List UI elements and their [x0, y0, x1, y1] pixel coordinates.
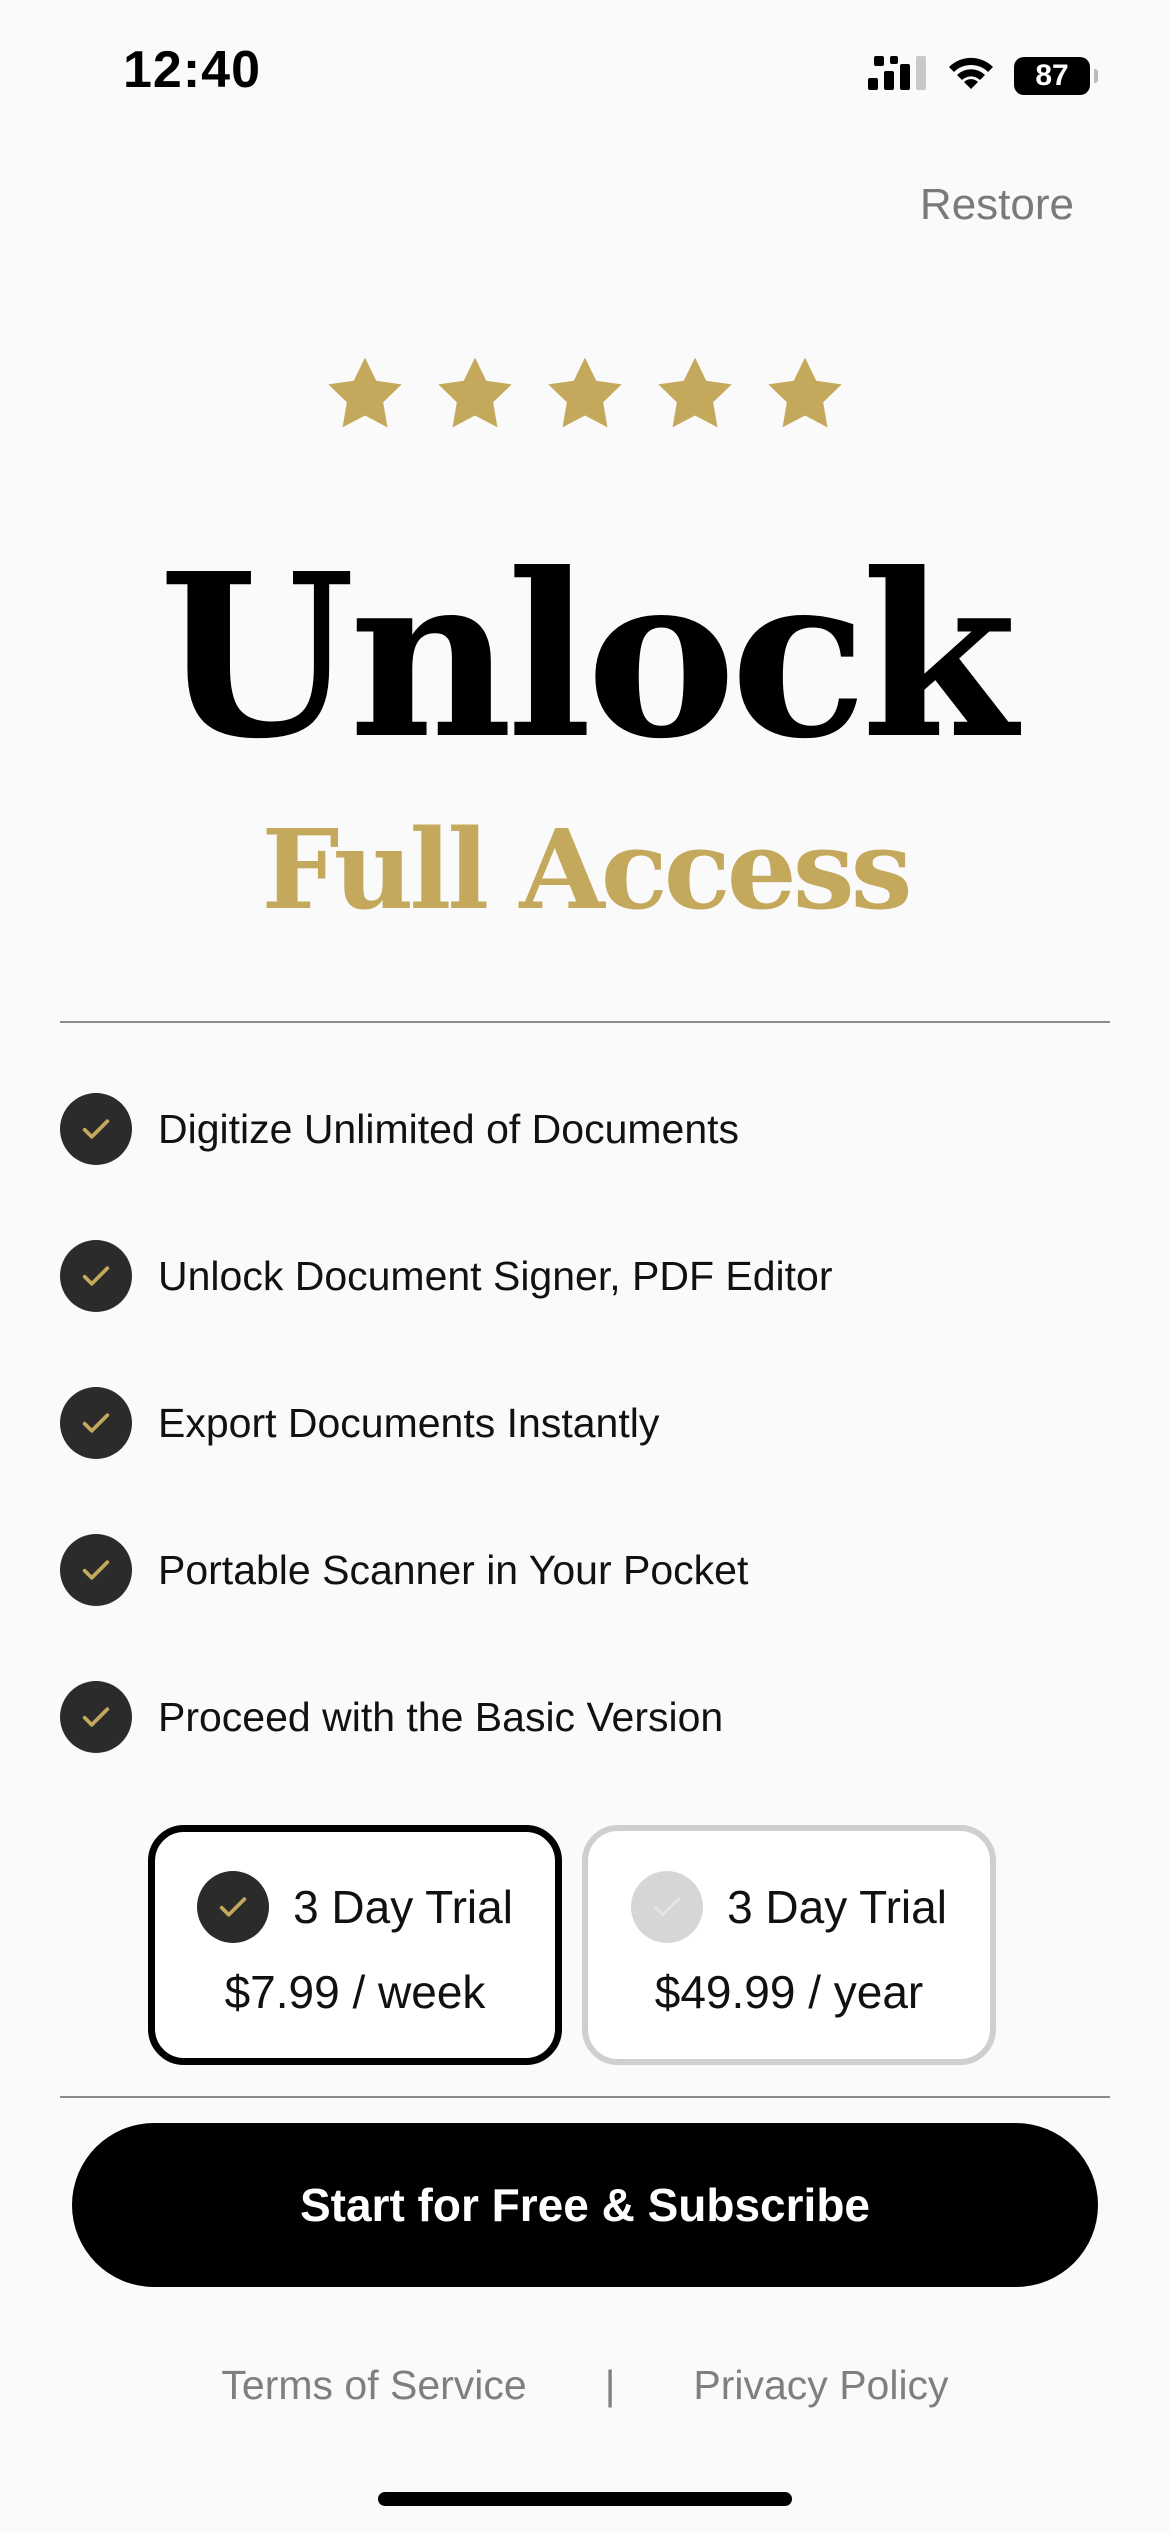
footer-links: Terms of Service | Privacy Policy — [0, 2362, 1170, 2409]
check-icon — [60, 1681, 132, 1753]
restore-button[interactable]: Restore — [920, 180, 1074, 230]
star-icon — [325, 355, 405, 431]
status-time: 12:40 — [123, 41, 261, 99]
divider — [60, 2096, 1110, 2098]
star-icon — [545, 355, 625, 431]
feature-label: Proceed with the Basic Version — [158, 1693, 724, 1740]
terms-link[interactable]: Terms of Service — [221, 2362, 526, 2409]
battery-icon: 87 — [1014, 56, 1098, 95]
check-icon — [60, 1240, 132, 1312]
divider — [60, 1021, 1110, 1023]
feature-label: Export Documents Instantly — [158, 1399, 660, 1446]
plan-option-yearly[interactable]: 3 Day Trial $49.99 / year — [582, 1825, 996, 2065]
subscribe-button[interactable]: Start for Free & Subscribe — [72, 2123, 1098, 2287]
page-title: Unlock — [158, 525, 1017, 789]
feature-item: Proceed with the Basic Version — [60, 1681, 833, 1753]
plan-name: 3 Day Trial — [727, 1881, 947, 1933]
plan-header: 3 Day Trial — [197, 1871, 513, 1943]
feature-label: Unlock Document Signer, PDF Editor — [158, 1252, 833, 1299]
home-indicator[interactable] — [378, 2492, 792, 2506]
signal-icon — [868, 56, 928, 95]
page-subtitle: Full Access — [261, 805, 912, 934]
feature-label: Portable Scanner in Your Pocket — [158, 1546, 749, 1593]
plan-selector: 3 Day Trial $7.99 / week 3 Day Trial $49… — [148, 1825, 996, 2065]
check-icon — [197, 1871, 270, 1943]
check-icon — [60, 1093, 132, 1165]
feature-item: Digitize Unlimited of Documents — [60, 1093, 833, 1165]
feature-item: Export Documents Instantly — [60, 1387, 833, 1459]
plan-option-weekly[interactable]: 3 Day Trial $7.99 / week — [148, 1825, 562, 2065]
plan-price: $49.99 / year — [654, 1966, 924, 2018]
feature-item: Portable Scanner in Your Pocket — [60, 1534, 833, 1606]
check-icon — [60, 1534, 132, 1606]
feature-label: Digitize Unlimited of Documents — [158, 1105, 740, 1152]
feature-item: Unlock Document Signer, PDF Editor — [60, 1240, 833, 1312]
plan-name: 3 Day Trial — [293, 1881, 513, 1933]
rating-stars — [0, 355, 1170, 431]
check-icon — [60, 1387, 132, 1459]
star-icon — [765, 355, 845, 431]
star-icon — [435, 355, 515, 431]
check-icon — [631, 1871, 704, 1943]
privacy-link[interactable]: Privacy Policy — [693, 2362, 948, 2409]
status-icons: 87 — [868, 55, 1098, 96]
star-icon — [655, 355, 735, 431]
plan-header: 3 Day Trial — [631, 1871, 947, 1943]
footer-separator: | — [604, 2362, 616, 2408]
plan-price: $7.99 / week — [224, 1966, 486, 2018]
wifi-icon — [946, 55, 996, 96]
feature-list: Digitize Unlimited of Documents Unlock D… — [60, 1093, 833, 1828]
